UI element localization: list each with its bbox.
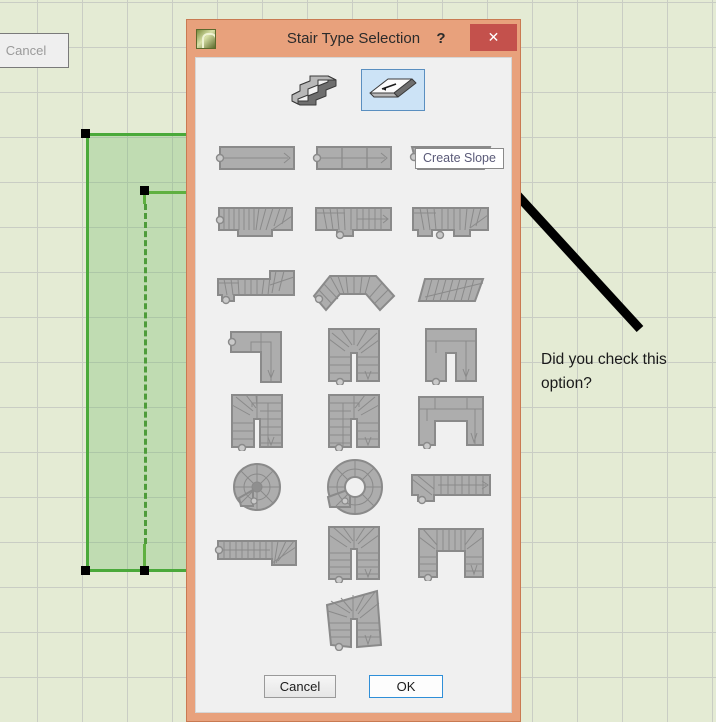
thumb-flared-u-shaped-stair[interactable] (306, 589, 402, 651)
thumb-straight-slope-single[interactable] (209, 127, 305, 189)
thumb-straight-slope-segments[interactable] (306, 127, 402, 189)
background-cancel-label: Cancel (5, 43, 47, 58)
cancel-button[interactable]: Cancel (264, 674, 336, 698)
selection-node-handle[interactable] (81, 129, 90, 138)
reference-axis-horizontal (147, 191, 187, 194)
annotation-line-2: option? (541, 375, 592, 392)
background-cancel-button[interactable]: Cancel (0, 33, 69, 68)
thumb-u-shaped-quarter-winder-left[interactable] (209, 391, 305, 453)
thumb-straight-winder-center[interactable] (306, 193, 402, 255)
stair-type-selection-dialog: Stair Type Selection ? ✕ Create Slope Ca… (186, 19, 521, 722)
tooltip-create-slope: Create Slope (415, 148, 504, 169)
dialog-titlebar[interactable]: Stair Type Selection ? ✕ (187, 20, 520, 57)
thumb-straight-winder-right-end[interactable] (209, 193, 305, 255)
selection-node-handle[interactable] (81, 566, 90, 575)
selected-element-outline[interactable] (86, 133, 186, 572)
thumb-u-shaped-double-corner-winder[interactable] (403, 523, 499, 585)
create-stair-icon (291, 75, 336, 106)
selection-node-handle[interactable] (140, 566, 149, 575)
close-icon[interactable]: ✕ (470, 24, 517, 51)
annotation-line-1: Did you check this (541, 351, 667, 368)
mode-button-create-stair[interactable] (283, 69, 347, 111)
stair-type-grid (196, 111, 511, 660)
thumb-u-shaped-landing-stair[interactable] (403, 325, 499, 387)
thumb-u-shaped-wide-landing[interactable] (403, 391, 499, 453)
selection-node-handle[interactable] (140, 186, 149, 195)
reference-axis-dashed (144, 204, 147, 544)
ok-button[interactable]: OK (369, 674, 443, 698)
thumb-l-shaped-stair[interactable] (209, 325, 305, 387)
thumb-long-straight-with-winder-end[interactable] (209, 523, 305, 585)
thumb-u-shaped-winder-stair[interactable] (306, 325, 402, 387)
create-slope-icon (369, 78, 416, 98)
mode-toolbar (196, 58, 511, 111)
annotation-text: Did you check this option? (541, 348, 711, 396)
dialog-body: Create Slope Cancel OK (195, 57, 512, 713)
thumb-u-shaped-quarter-winder-right[interactable] (306, 391, 402, 453)
thumb-skewed-parallelogram-stair[interactable] (403, 259, 499, 321)
thumb-straight-with-corner-winder[interactable] (403, 457, 499, 519)
thumb-spiral-stair-open-well[interactable] (306, 457, 402, 519)
help-icon[interactable]: ? (430, 26, 452, 50)
thumb-angled-v-stair[interactable] (306, 259, 402, 321)
mode-button-create-slope[interactable] (360, 69, 425, 111)
thumb-spiral-stair-solid-core[interactable] (209, 457, 305, 519)
thumb-straight-with-landing-right[interactable] (209, 259, 305, 321)
dialog-footer: Cancel OK (196, 660, 511, 712)
thumb-straight-winder-both-ends[interactable] (403, 193, 499, 255)
thumb-u-shaped-winder-top[interactable] (306, 523, 402, 585)
